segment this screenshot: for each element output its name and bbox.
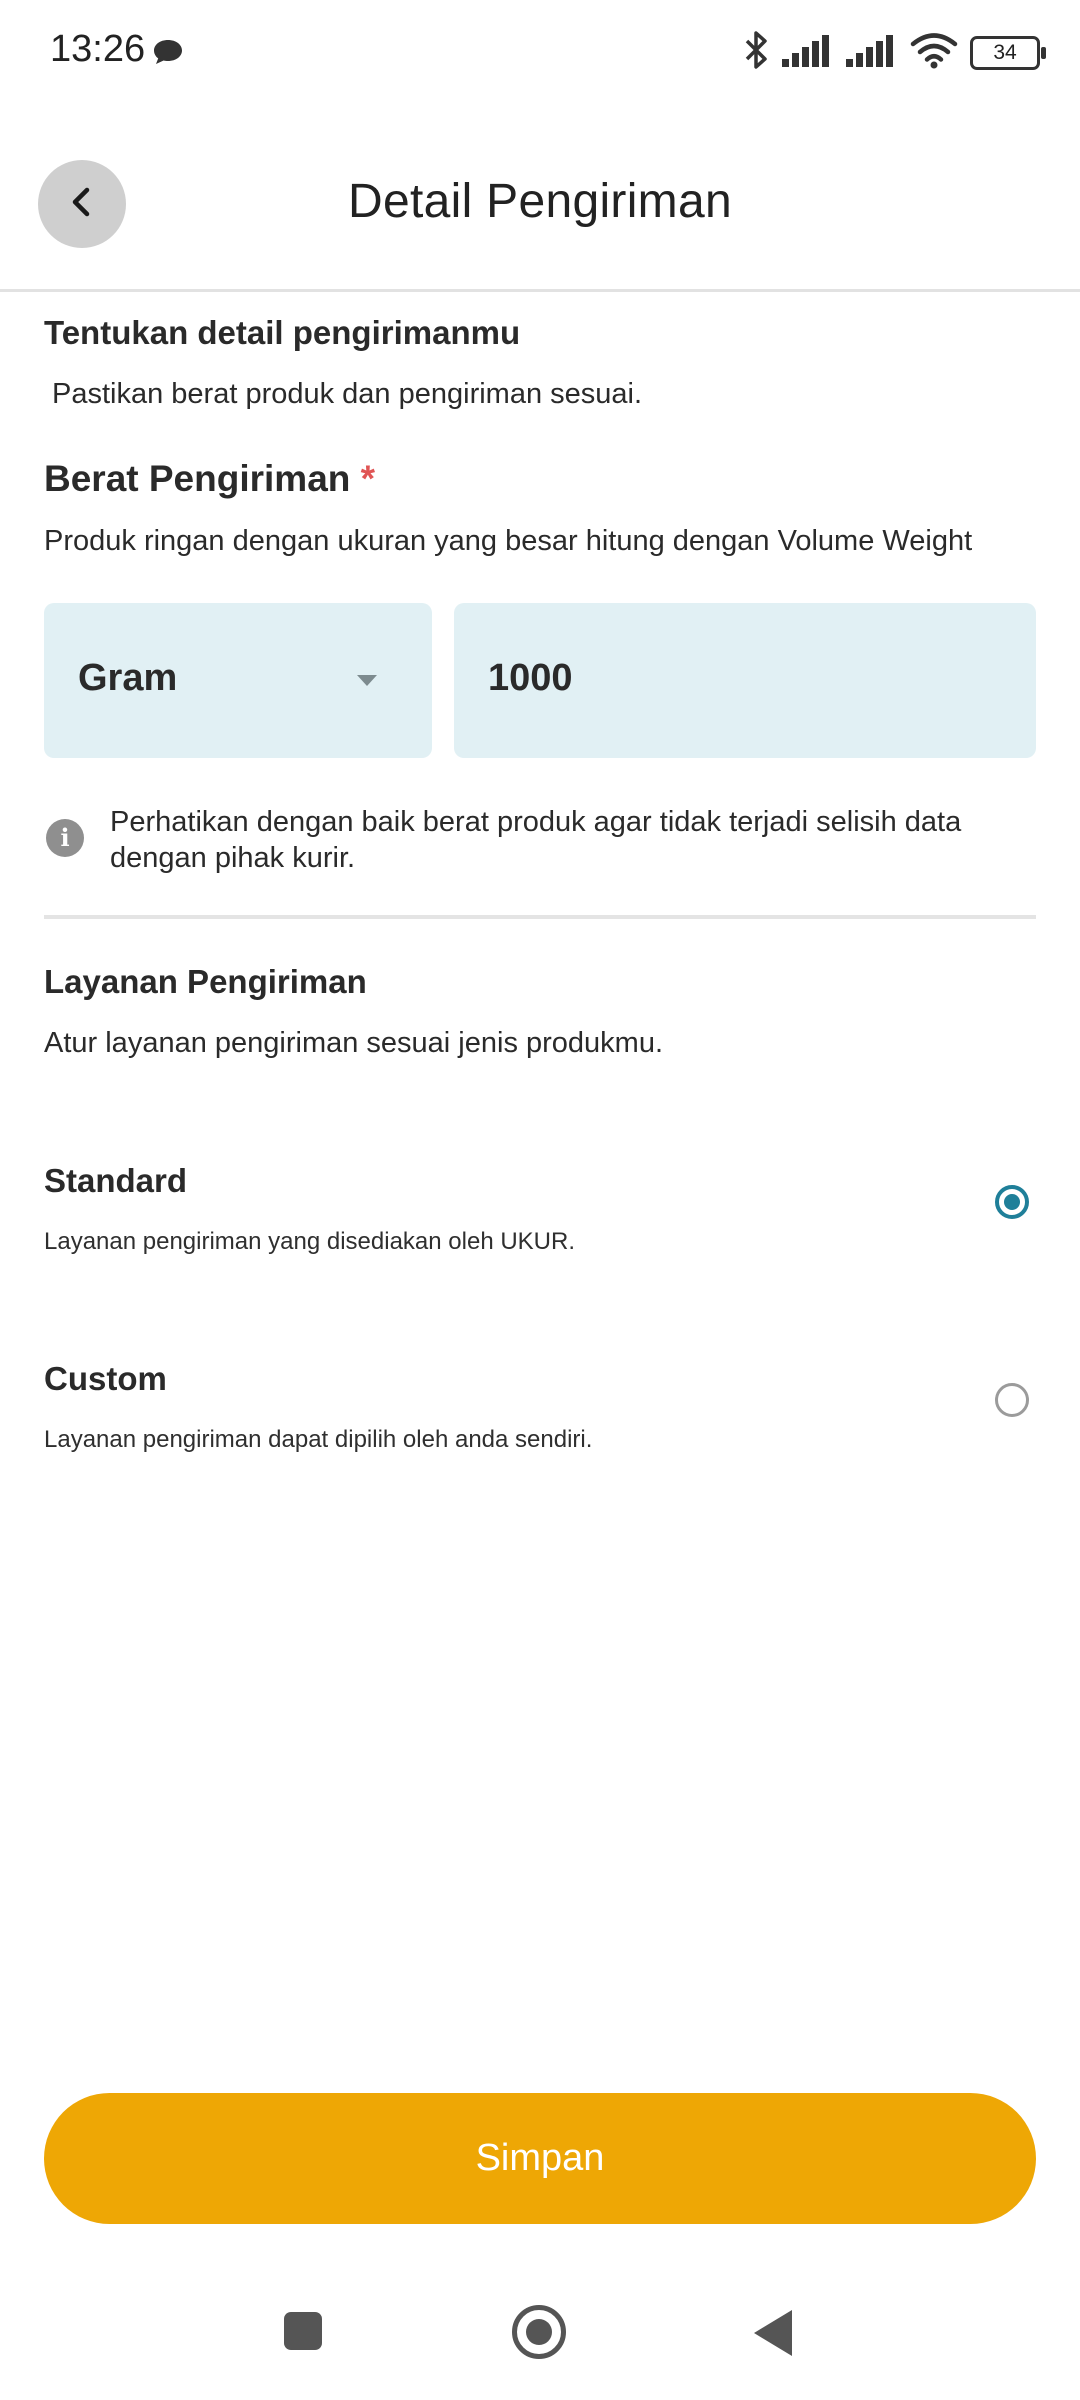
section-divider xyxy=(44,915,1036,919)
weight-label: Berat Pengiriman xyxy=(44,458,351,499)
save-button[interactable]: Simpan xyxy=(44,2093,1036,2224)
weight-unit-value: Gram xyxy=(78,657,178,699)
service-option-standard[interactable]: Standard Layanan pengiriman yang disedia… xyxy=(0,1140,1080,1290)
header-divider xyxy=(0,289,1080,292)
option-description: Layanan pengiriman yang disediakan oleh … xyxy=(44,1228,575,1255)
status-time: 13:26 xyxy=(50,28,146,70)
weight-label-row: Berat Pengiriman * xyxy=(44,458,375,500)
required-mark: * xyxy=(360,458,376,499)
status-bar: 13:26 34 xyxy=(0,0,1080,104)
weight-unit-select[interactable]: Gram xyxy=(44,603,432,758)
chat-notification-icon xyxy=(152,38,184,71)
status-icons: 34 xyxy=(744,30,1046,75)
battery-icon: 34 xyxy=(970,35,1046,70)
recent-apps-icon[interactable] xyxy=(284,2312,322,2350)
service-description: Atur layanan pengiriman sesuai jenis pro… xyxy=(44,1027,664,1059)
signal-icon xyxy=(846,33,898,72)
bluetooth-icon xyxy=(744,30,770,75)
navigation-bar xyxy=(0,2280,1080,2400)
option-title: Custom xyxy=(44,1360,167,1397)
home-icon[interactable] xyxy=(512,2305,566,2359)
battery-level: 34 xyxy=(993,40,1017,64)
section-heading: Tentukan detail pengirimanmu xyxy=(44,314,521,351)
back-triangle-icon[interactable] xyxy=(754,2310,792,2356)
radio-custom[interactable] xyxy=(995,1383,1029,1417)
caret-down-icon xyxy=(357,675,377,686)
radio-standard[interactable] xyxy=(995,1185,1029,1219)
weight-info-note: Perhatikan dengan baik berat produk agar… xyxy=(110,804,961,876)
info-line-1: Perhatikan dengan baik berat produk agar… xyxy=(110,806,962,838)
weight-input[interactable]: 1000 xyxy=(454,603,1036,758)
weight-description: Produk ringan dengan ukuran yang besar h… xyxy=(44,525,973,557)
weight-input-value: 1000 xyxy=(488,657,573,699)
app-header: Detail Pengiriman xyxy=(0,140,1080,290)
page-title: Detail Pengiriman xyxy=(348,175,732,228)
option-title: Standard xyxy=(44,1162,188,1199)
service-option-custom[interactable]: Custom Layanan pengiriman dapat dipilih … xyxy=(0,1338,1080,1488)
info-icon: i xyxy=(46,819,84,857)
service-heading: Layanan Pengiriman xyxy=(44,963,367,1000)
section-subtext: Pastikan berat produk dan pengiriman ses… xyxy=(52,378,643,410)
info-line-2: dengan pihak kurir. xyxy=(110,842,356,874)
signal-icon xyxy=(782,33,834,72)
wifi-icon xyxy=(910,31,958,74)
option-description: Layanan pengiriman dapat dipilih oleh an… xyxy=(44,1426,593,1453)
